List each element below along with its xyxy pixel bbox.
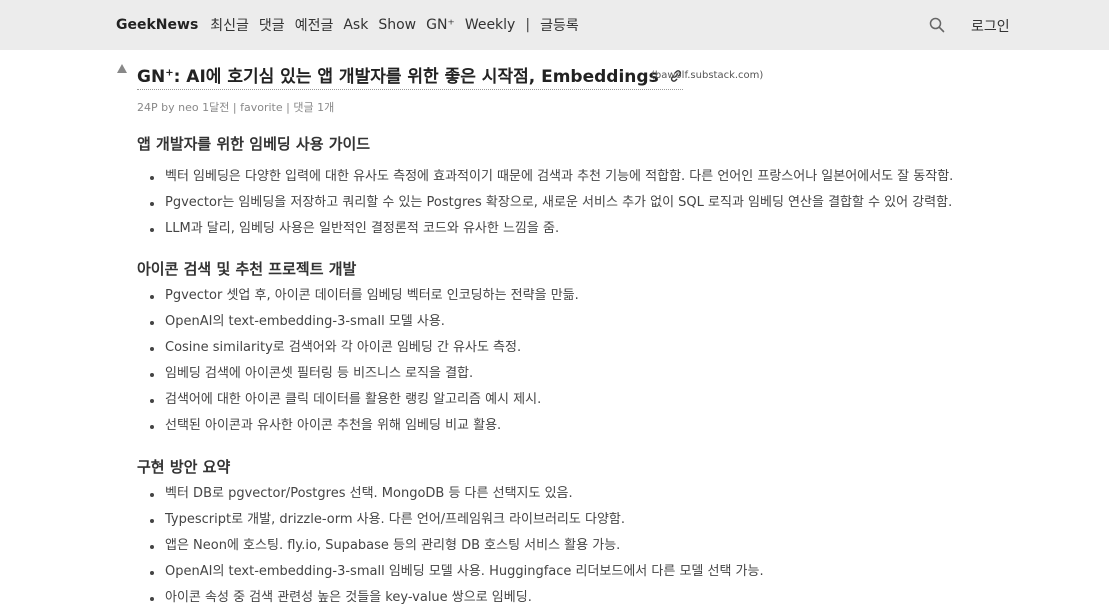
meta-separator: | <box>286 101 290 114</box>
section-heading: 앱 개발자를 위한 임베딩 사용 가이드 <box>137 135 371 153</box>
title-text: : AI에 호기심 있는 앱 개발자를 위한 좋은 시작점, Embedding… <box>173 67 659 87</box>
main-nav: GeekNews 최신글 댓글 예전글 Ask Show GN⁺ Weekly … <box>116 0 579 50</box>
comments-link[interactable]: 댓글 1개 <box>293 101 334 114</box>
section-list: 벡터 임베딩은 다양한 입력에 대한 유사도 측정에 효과적이기 때문에 검색과… <box>137 164 953 242</box>
list-item: Cosine similarity로 검색어와 각 아이콘 임베딩 간 유사도 … <box>137 335 579 361</box>
nav-item-gnplus[interactable]: GN⁺ <box>426 17 455 33</box>
list-item: 앱은 Neon에 호스팅. fly.io, Supabase 등의 관리형 DB… <box>137 533 764 559</box>
author-link[interactable]: neo <box>178 101 198 114</box>
list-item: 검색어에 대한 아이콘 클릭 데이터를 활용한 랭킹 알고리즘 예시 제시. <box>137 387 579 413</box>
list-item: Pgvector 셋업 후, 아이콘 데이터를 임베딩 벡터로 인코딩하는 전략… <box>137 283 579 309</box>
post-title-link[interactable]: GN+: AI에 호기심 있는 앱 개발자를 위한 좋은 시작점, Embedd… <box>137 62 683 90</box>
nav-item-ask[interactable]: Ask <box>343 17 368 33</box>
list-item: OpenAI의 text-embedding-3-small 임베딩 모델 사용… <box>137 559 764 585</box>
nav-item-submit[interactable]: 글등록 <box>540 15 579 35</box>
list-item: Pgvector는 임베딩을 저장하고 쿼리할 수 있는 Postgres 확장… <box>137 190 953 216</box>
post-time-link[interactable]: 1달전 <box>202 101 229 114</box>
favorite-link[interactable]: favorite <box>240 101 283 114</box>
list-item: 벡터 임베딩은 다양한 입력에 대한 유사도 측정에 효과적이기 때문에 검색과… <box>137 164 953 190</box>
login-link[interactable]: 로그인 <box>971 16 1010 36</box>
list-item: 선택된 아이콘과 유사한 아이콘 추천을 위해 임베딩 비교 활용. <box>137 413 579 439</box>
list-item: 임베딩 검색에 아이콘셋 필터링 등 비즈니스 로직을 결합. <box>137 361 579 387</box>
search-icon[interactable] <box>929 17 945 33</box>
site-logo-link[interactable]: GeekNews <box>116 17 198 33</box>
source-domain-link[interactable]: (bawolf.substack.com) <box>651 70 763 81</box>
title-superscript: + <box>165 67 174 79</box>
upvote-arrow-icon[interactable] <box>117 64 127 73</box>
list-item: 벡터 DB로 pgvector/Postgres 선택. MongoDB 등 다… <box>137 481 764 507</box>
post-meta: 24P by neo 1달전 | favorite | 댓글 1개 <box>137 99 334 115</box>
list-item: OpenAI의 text-embedding-3-small 모델 사용. <box>137 309 579 335</box>
list-item: Typescript로 개발, drizzle-orm 사용. 다른 언어/프레… <box>137 507 764 533</box>
list-item: 아이콘 속성 중 검색 관련성 높은 것들을 key-value 쌍으로 임베딩… <box>137 585 764 611</box>
meta-separator: | <box>232 101 237 114</box>
section-list: Pgvector 셋업 후, 아이콘 데이터를 임베딩 벡터로 인코딩하는 전략… <box>137 283 579 439</box>
section-list: 벡터 DB로 pgvector/Postgres 선택. MongoDB 등 다… <box>137 481 764 611</box>
top-navigation-bar: GeekNews 최신글 댓글 예전글 Ask Show GN⁺ Weekly … <box>0 0 1109 50</box>
by-label: by <box>161 101 175 114</box>
points: 24P <box>137 101 158 114</box>
section-heading: 아이콘 검색 및 추천 프로젝트 개발 <box>137 260 357 278</box>
list-item: LLM과 달리, 임베딩 사용은 일반적인 결정론적 코드와 유사한 느낌을 줌… <box>137 216 953 242</box>
nav-item-past[interactable]: 예전글 <box>295 15 334 35</box>
nav-item-weekly[interactable]: Weekly <box>465 17 516 33</box>
nav-separator: | <box>525 17 531 33</box>
nav-item-show[interactable]: Show <box>378 17 416 33</box>
nav-item-comments[interactable]: 댓글 <box>259 15 285 35</box>
nav-item-latest[interactable]: 최신글 <box>210 15 249 35</box>
section-heading: 구현 방안 요약 <box>137 458 231 476</box>
title-prefix: GN <box>137 67 166 87</box>
